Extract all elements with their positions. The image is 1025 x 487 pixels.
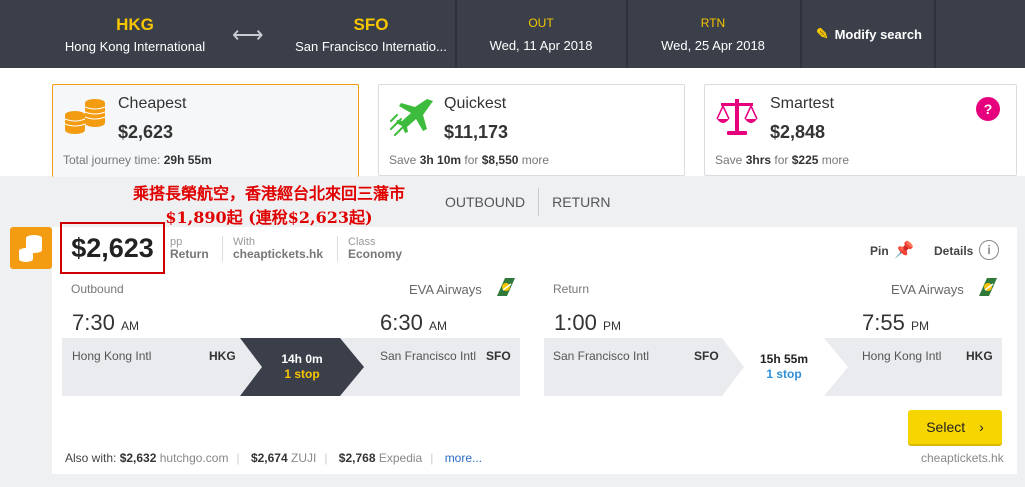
outbound-tab[interactable]: OUTBOUND (432, 188, 538, 216)
divider: | (236, 451, 240, 465)
coins-icon (19, 235, 42, 262)
divider (934, 0, 936, 68)
return-tab[interactable]: RETURN (539, 188, 623, 216)
divider (222, 236, 223, 262)
divider: | (430, 451, 434, 465)
outbound-label: Outbound (71, 282, 124, 296)
also-with-row: Also with: $2,632 hutchgo.com | $2,674 ZU… (65, 451, 482, 465)
alt-provider[interactable]: hutchgo.com (160, 451, 229, 465)
scales-icon (716, 99, 758, 135)
divider (800, 0, 802, 68)
sort-tab-quickest[interactable]: Quickest $11,173 Save 3h 10m for $8,550 … (378, 84, 685, 176)
destination-name: San Francisco Internatio... (295, 38, 447, 54)
eva-airways-logo-icon (979, 278, 997, 296)
outbound-departure-city: Hong Kong Intl (72, 349, 152, 363)
alt-price[interactable]: $2,632 (120, 451, 157, 465)
sort-tab-title: Quickest (444, 95, 507, 112)
booking-provider: With cheaptickets.hk (233, 236, 324, 261)
return-date-field[interactable]: RTN Wed, 25 Apr 2018 (628, 0, 798, 68)
alt-price[interactable]: $2,674 (251, 451, 288, 465)
booking-site-label: cheaptickets.hk (921, 451, 1004, 465)
price-basis: pp Return (170, 236, 209, 261)
return-arrival-time: 7:55 PM (854, 310, 937, 336)
rtn-label: RTN (700, 15, 726, 30)
sort-tab-price: $2,848 (770, 122, 826, 142)
also-with-label: Also with: (65, 451, 117, 465)
origin-name: Hong Kong International (64, 38, 206, 54)
outbound-departure-time: 7:30 AM (64, 310, 147, 336)
outbound-date-field[interactable]: OUT Wed, 11 Apr 2018 (457, 0, 625, 68)
details-button[interactable]: Details (934, 244, 973, 258)
select-button[interactable]: Select › (908, 410, 1002, 444)
outbound-departure-code: HKG (209, 349, 236, 363)
sort-tab-title: Smartest (770, 95, 835, 112)
sort-tab-smartest[interactable]: Smartest $2,848 Save 3hrs for $225 more … (704, 84, 1017, 176)
sort-tab-subtitle: Total journey time: 29h 55m (63, 153, 212, 167)
help-icon[interactable]: ? (976, 97, 1000, 121)
pencil-icon: ✎ (816, 26, 829, 43)
outbound-airline: EVA Airways (409, 282, 482, 297)
destination-field[interactable]: SFO San Francisco Internatio... (288, 0, 454, 68)
out-label: OUT (528, 15, 554, 30)
sort-tab-subtitle: Save 3h 10m for $8,550 more (389, 153, 550, 167)
outbound-arrival-time: 6:30 AM (372, 310, 455, 336)
plane-icon (390, 99, 433, 136)
return-arrival-city: Hong Kong Intl (862, 349, 942, 363)
info-icon[interactable]: i (979, 240, 999, 260)
pin-icon[interactable]: 📌 (894, 240, 914, 260)
leg-switch: OUTBOUND RETURN (432, 188, 623, 216)
divider (337, 236, 338, 262)
return-departure-code: SFO (694, 349, 719, 363)
return-arrival-code: HKG (966, 349, 993, 363)
destination-code: SFO (353, 14, 389, 34)
pin-button[interactable]: Pin (870, 244, 889, 258)
cheapest-badge (10, 227, 52, 269)
outbound-duration: 14h 0m 1 stop (281, 352, 323, 381)
return-departure-time: 1:00 PM (546, 310, 629, 336)
alt-provider[interactable]: Expedia (379, 451, 422, 465)
outbound-arrival-code: SFO (486, 349, 511, 363)
search-summary-bar: HKG Hong Kong International ⟷ SFO San Fr… (0, 0, 1025, 68)
select-label: Select (926, 419, 966, 435)
sort-tab-subtitle: Save 3hrs for $225 more (715, 153, 850, 167)
origin-field[interactable]: HKG Hong Kong International (52, 0, 218, 68)
coins-icon (64, 99, 106, 134)
divider: | (324, 451, 328, 465)
outbound-arrival-city: San Francisco Intl (380, 349, 477, 363)
origin-code: HKG (116, 14, 154, 34)
eva-airways-logo-icon (497, 278, 515, 296)
out-date: Wed, 11 Apr 2018 (489, 37, 593, 53)
chevron-right-icon: › (979, 419, 984, 435)
return-label: Return (553, 282, 590, 296)
rtn-date: Wed, 25 Apr 2018 (661, 37, 765, 53)
modify-search-button[interactable]: ✎ Modify search (804, 0, 934, 68)
alt-price[interactable]: $2,768 (339, 451, 376, 465)
sort-tab-price: $2,623 (118, 122, 174, 142)
return-departure-city: San Francisco Intl (553, 349, 650, 363)
cabin-class: Class Economy (348, 236, 403, 261)
return-duration: 15h 55m 1 stop (759, 352, 809, 381)
return-airline: EVA Airways (891, 282, 964, 297)
more-providers-link[interactable]: more... (445, 451, 482, 465)
annotation-line-1: 乘搭長榮航空，香港經台北來回三藩市 (132, 184, 405, 203)
result-price: $2,623 (60, 222, 165, 274)
swap-arrows-icon[interactable]: ⟷ (232, 22, 264, 48)
sort-tab-cheapest[interactable]: Cheapest $2,623 Total journey time: 29h … (52, 84, 359, 177)
alt-provider[interactable]: ZUJI (291, 451, 316, 465)
sort-tab-title: Cheapest (118, 95, 187, 112)
modify-search-label: Modify search (834, 26, 922, 42)
sort-tab-price: $11,173 (444, 122, 509, 142)
